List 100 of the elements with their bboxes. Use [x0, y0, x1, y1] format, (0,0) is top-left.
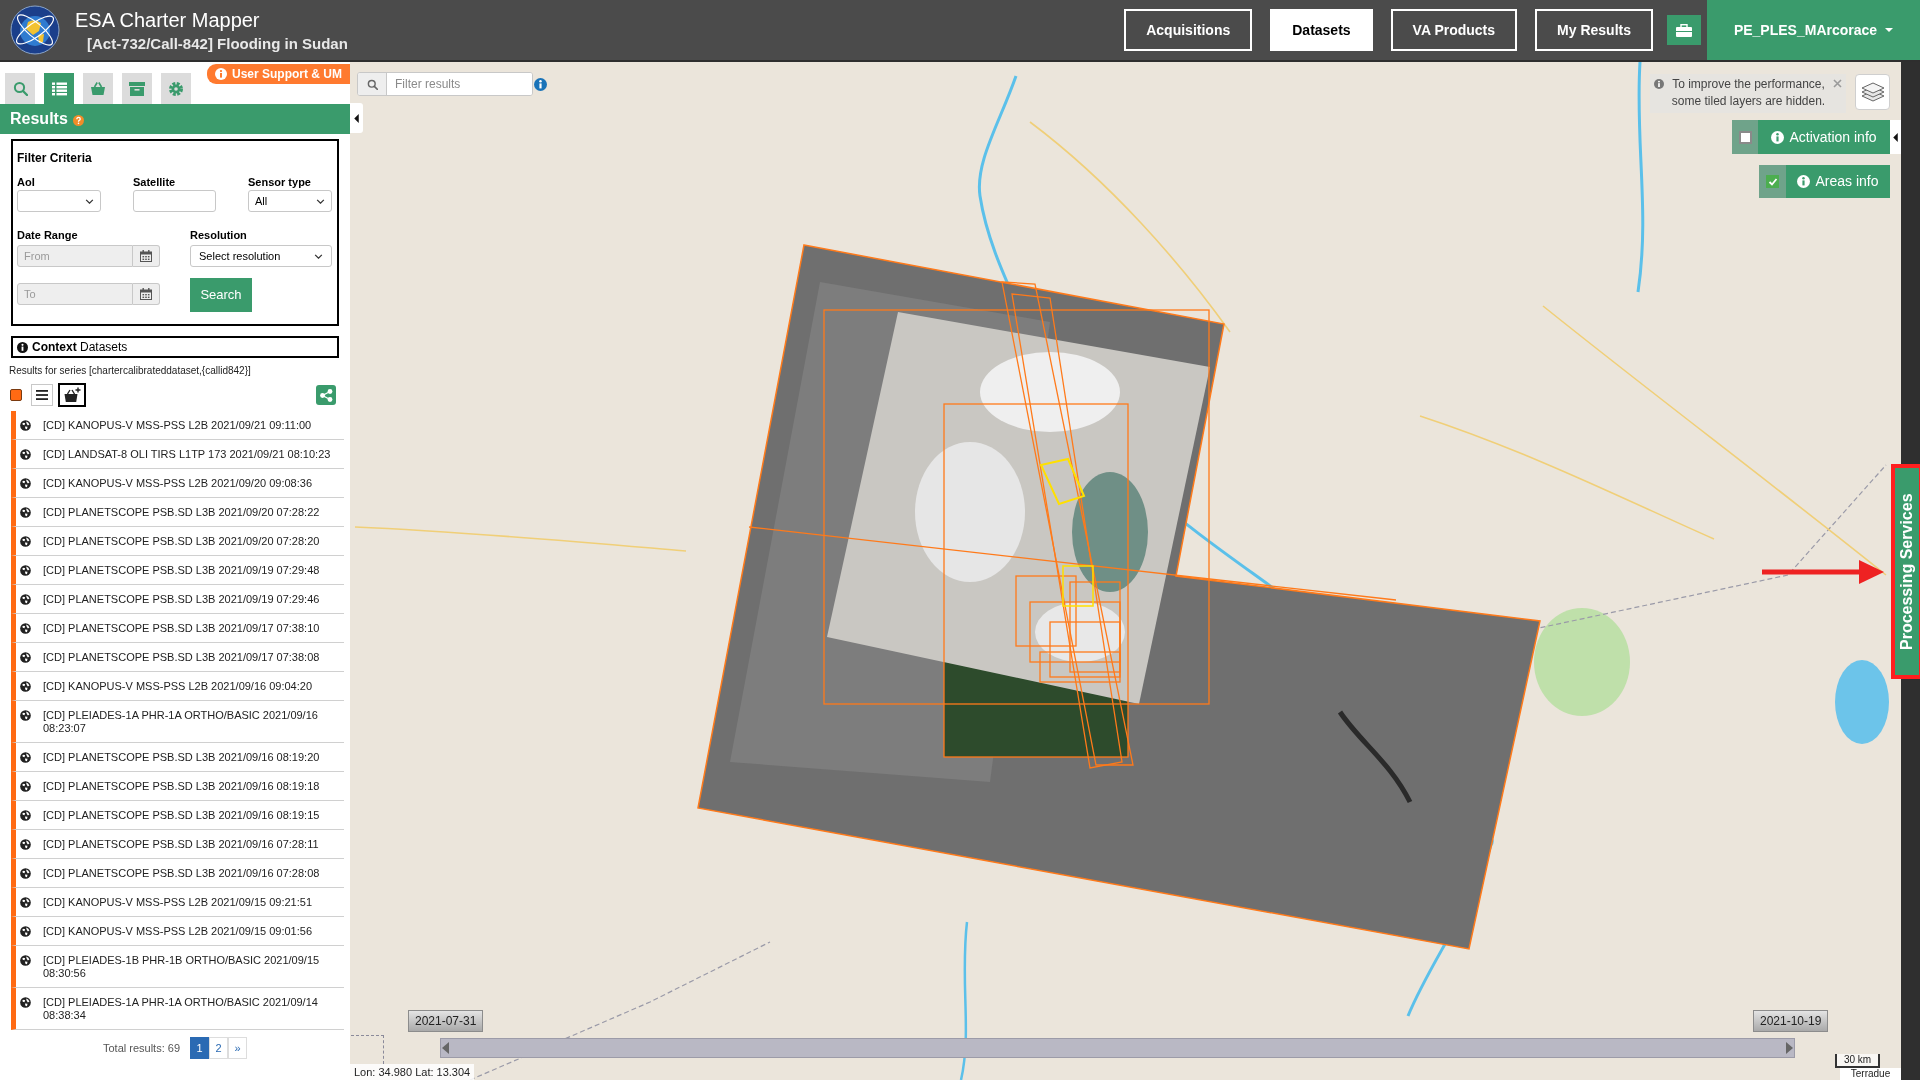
result-item[interactable]: [CD] PLANETSCOPE PSB.SD L3B 2021/09/20 07:28:20: [11, 527, 344, 556]
date-field[interactable]: To: [17, 283, 133, 305]
result-item[interactable]: [CD] LANDSAT-8 OLI TIRS L1TP 173 2021/09/21 08:10:23: [11, 440, 344, 469]
field-label: Satellite: [133, 176, 177, 188]
expand-panel-button[interactable]: [1890, 120, 1901, 154]
checkbox[interactable]: [1766, 175, 1779, 188]
nav-tab[interactable]: Datasets: [1270, 9, 1373, 51]
result-item[interactable]: [CD] PLANETSCOPE PSB.SD L3B 2021/09/19 07:29:48: [11, 556, 344, 585]
resolution-select[interactable]: Select resolution: [190, 245, 332, 267]
archive-box-icon: [129, 81, 145, 96]
briefcase-button[interactable]: [1667, 15, 1701, 45]
nav-tab[interactable]: Acquisitions: [1124, 9, 1253, 51]
globe-icon: [20, 536, 31, 547]
timeline-track[interactable]: [440, 1038, 1795, 1058]
calendar-button[interactable]: [133, 245, 160, 267]
info-icon: [215, 68, 227, 80]
globe-icon: [20, 507, 31, 518]
field-label: Resolution: [190, 229, 248, 241]
globe-icon: [20, 710, 31, 721]
globe-icon: [20, 810, 31, 821]
gear-icon: [168, 80, 184, 97]
activation-title: [Act-732/Call-842] Flooding in Sudan: [87, 33, 348, 53]
result-item[interactable]: [CD] PLEIADES-1B PHR-1B ORTHO/BASIC 2021/09/15 08:30:56: [11, 946, 344, 988]
checkbox[interactable]: [1738, 130, 1752, 144]
collapse-sidebar-button[interactable]: [350, 103, 363, 133]
satellite-field[interactable]: [133, 190, 216, 212]
result-item[interactable]: [CD] PLANETSCOPE PSB.SD L3B 2021/09/16 07:28:08: [11, 859, 344, 888]
app-title: ESA Charter Mapper: [75, 7, 261, 32]
result-item[interactable]: [CD] PLANETSCOPE PSB.SD L3B 2021/09/16 07:28:11: [11, 830, 344, 859]
globe-icon: [20, 868, 31, 879]
settings-tab[interactable]: [161, 73, 191, 104]
result-item[interactable]: [CD] PLANETSCOPE PSB.SD L3B 2021/09/16 08:19:18: [11, 772, 344, 801]
filter-field[interactable]: Filter results: [357, 72, 533, 96]
list-icon: [36, 390, 48, 400]
date-label: 2021-07-31: [408, 1010, 484, 1032]
result-item[interactable]: [CD] KANOPUS-V MSS-PSS L2B 2021/09/21 09:11:00: [11, 411, 344, 440]
caret-icon: [1885, 28, 1894, 32]
next-page-button[interactable]: »: [228, 1037, 247, 1059]
timeline-handle[interactable]: [1786, 1042, 1793, 1054]
globe-icon: [20, 955, 31, 966]
globe-icon: [20, 594, 31, 605]
date-field[interactable]: From: [17, 245, 133, 267]
sensor-type-select[interactable]: All: [248, 190, 332, 212]
add-to-basket-button[interactable]: [58, 383, 86, 407]
globe-icon: [20, 449, 31, 460]
field-label: Sensor type: [248, 176, 312, 188]
page-button[interactable]: 2: [209, 1037, 228, 1059]
nav-tab[interactable]: VA Products: [1390, 9, 1518, 51]
globe-icon: [20, 839, 31, 850]
timeline-handle[interactable]: [442, 1042, 449, 1054]
close-icon[interactable]: [1833, 79, 1842, 88]
result-item[interactable]: [CD] PLEIADES-1A PHR-1A ORTHO/BASIC 2021/09/14 08:38:34: [11, 988, 344, 1030]
globe-icon: [20, 623, 31, 634]
page-button[interactable]: 1: [190, 1037, 209, 1059]
scale-bar: 30 km: [1835, 1054, 1880, 1068]
search-tab[interactable]: [5, 73, 35, 104]
globe-logo-icon[interactable]: [10, 5, 60, 55]
swatch-icon: [10, 389, 22, 401]
list-tab[interactable]: [44, 73, 74, 104]
result-item[interactable]: [CD] PLEIADES-1A PHR-1A ORTHO/BASIC 2021/09/16 08:23:07: [11, 701, 344, 743]
info-icon: [1797, 175, 1811, 188]
list-view-button[interactable]: [31, 384, 53, 406]
caret-icon: [354, 113, 359, 123]
calendar-icon: [140, 288, 152, 300]
list-icon: [51, 81, 67, 96]
result-item[interactable]: [CD] KANOPUS-V MSS-PSS L2B 2021/09/15 09:21:51: [11, 888, 344, 917]
calendar-button[interactable]: [133, 283, 160, 305]
result-item[interactable]: [CD] PLANETSCOPE PSB.SD L3B 2021/09/19 07:29:46: [11, 585, 344, 614]
globe-icon: [20, 565, 31, 576]
basket-icon: [90, 81, 106, 96]
panel-title: Results: [10, 109, 68, 129]
result-item[interactable]: [CD] PLANETSCOPE PSB.SD L3B 2021/09/16 08:19:20: [11, 743, 344, 772]
share-icon: [319, 388, 333, 402]
result-item[interactable]: [CD] PLANETSCOPE PSB.SD L3B 2021/09/17 07:38:08: [11, 643, 344, 672]
result-item[interactable]: [CD] PLANETSCOPE PSB.SD L3B 2021/09/20 07:28:22: [11, 498, 344, 527]
help-icon[interactable]: [72, 115, 84, 126]
share-button[interactable]: [316, 385, 336, 405]
check-icon: [1767, 176, 1778, 187]
globe-icon: [20, 478, 31, 489]
basket-add-icon: [63, 387, 81, 403]
info-icon: [1654, 79, 1664, 89]
nav-tab[interactable]: My Results: [1535, 9, 1653, 51]
layers-button[interactable]: [1855, 74, 1890, 110]
search-icon: [366, 78, 378, 90]
archive-tab[interactable]: [122, 73, 152, 104]
globe-icon: [20, 752, 31, 763]
search-icon: [12, 81, 28, 96]
basket-tab[interactable]: [83, 73, 113, 104]
field-label: AoI: [17, 176, 36, 188]
date-label: 2021-10-19: [1753, 1010, 1829, 1032]
result-item[interactable]: [CD] PLANETSCOPE PSB.SD L3B 2021/09/16 08:19:15: [11, 801, 344, 830]
result-item[interactable]: [CD] KANOPUS-V MSS-PSS L2B 2021/09/20 09:08:36: [11, 469, 344, 498]
globe-icon: [20, 997, 31, 1008]
context-datasets-title: Context Datasets: [32, 339, 128, 356]
result-item[interactable]: [CD] KANOPUS-V MSS-PSS L2B 2021/09/16 09:04:20: [11, 672, 344, 701]
globe-icon: [20, 681, 31, 692]
series-caption: Results for series [chartercalibrateddataset,{callid842}]: [9, 365, 251, 377]
result-item[interactable]: [CD] KANOPUS-V MSS-PSS L2B 2021/09/15 09:01:56: [11, 917, 344, 946]
info-icon[interactable]: [534, 78, 547, 91]
result-item[interactable]: [CD] PLANETSCOPE PSB.SD L3B 2021/09/17 07:38:10: [11, 614, 344, 643]
